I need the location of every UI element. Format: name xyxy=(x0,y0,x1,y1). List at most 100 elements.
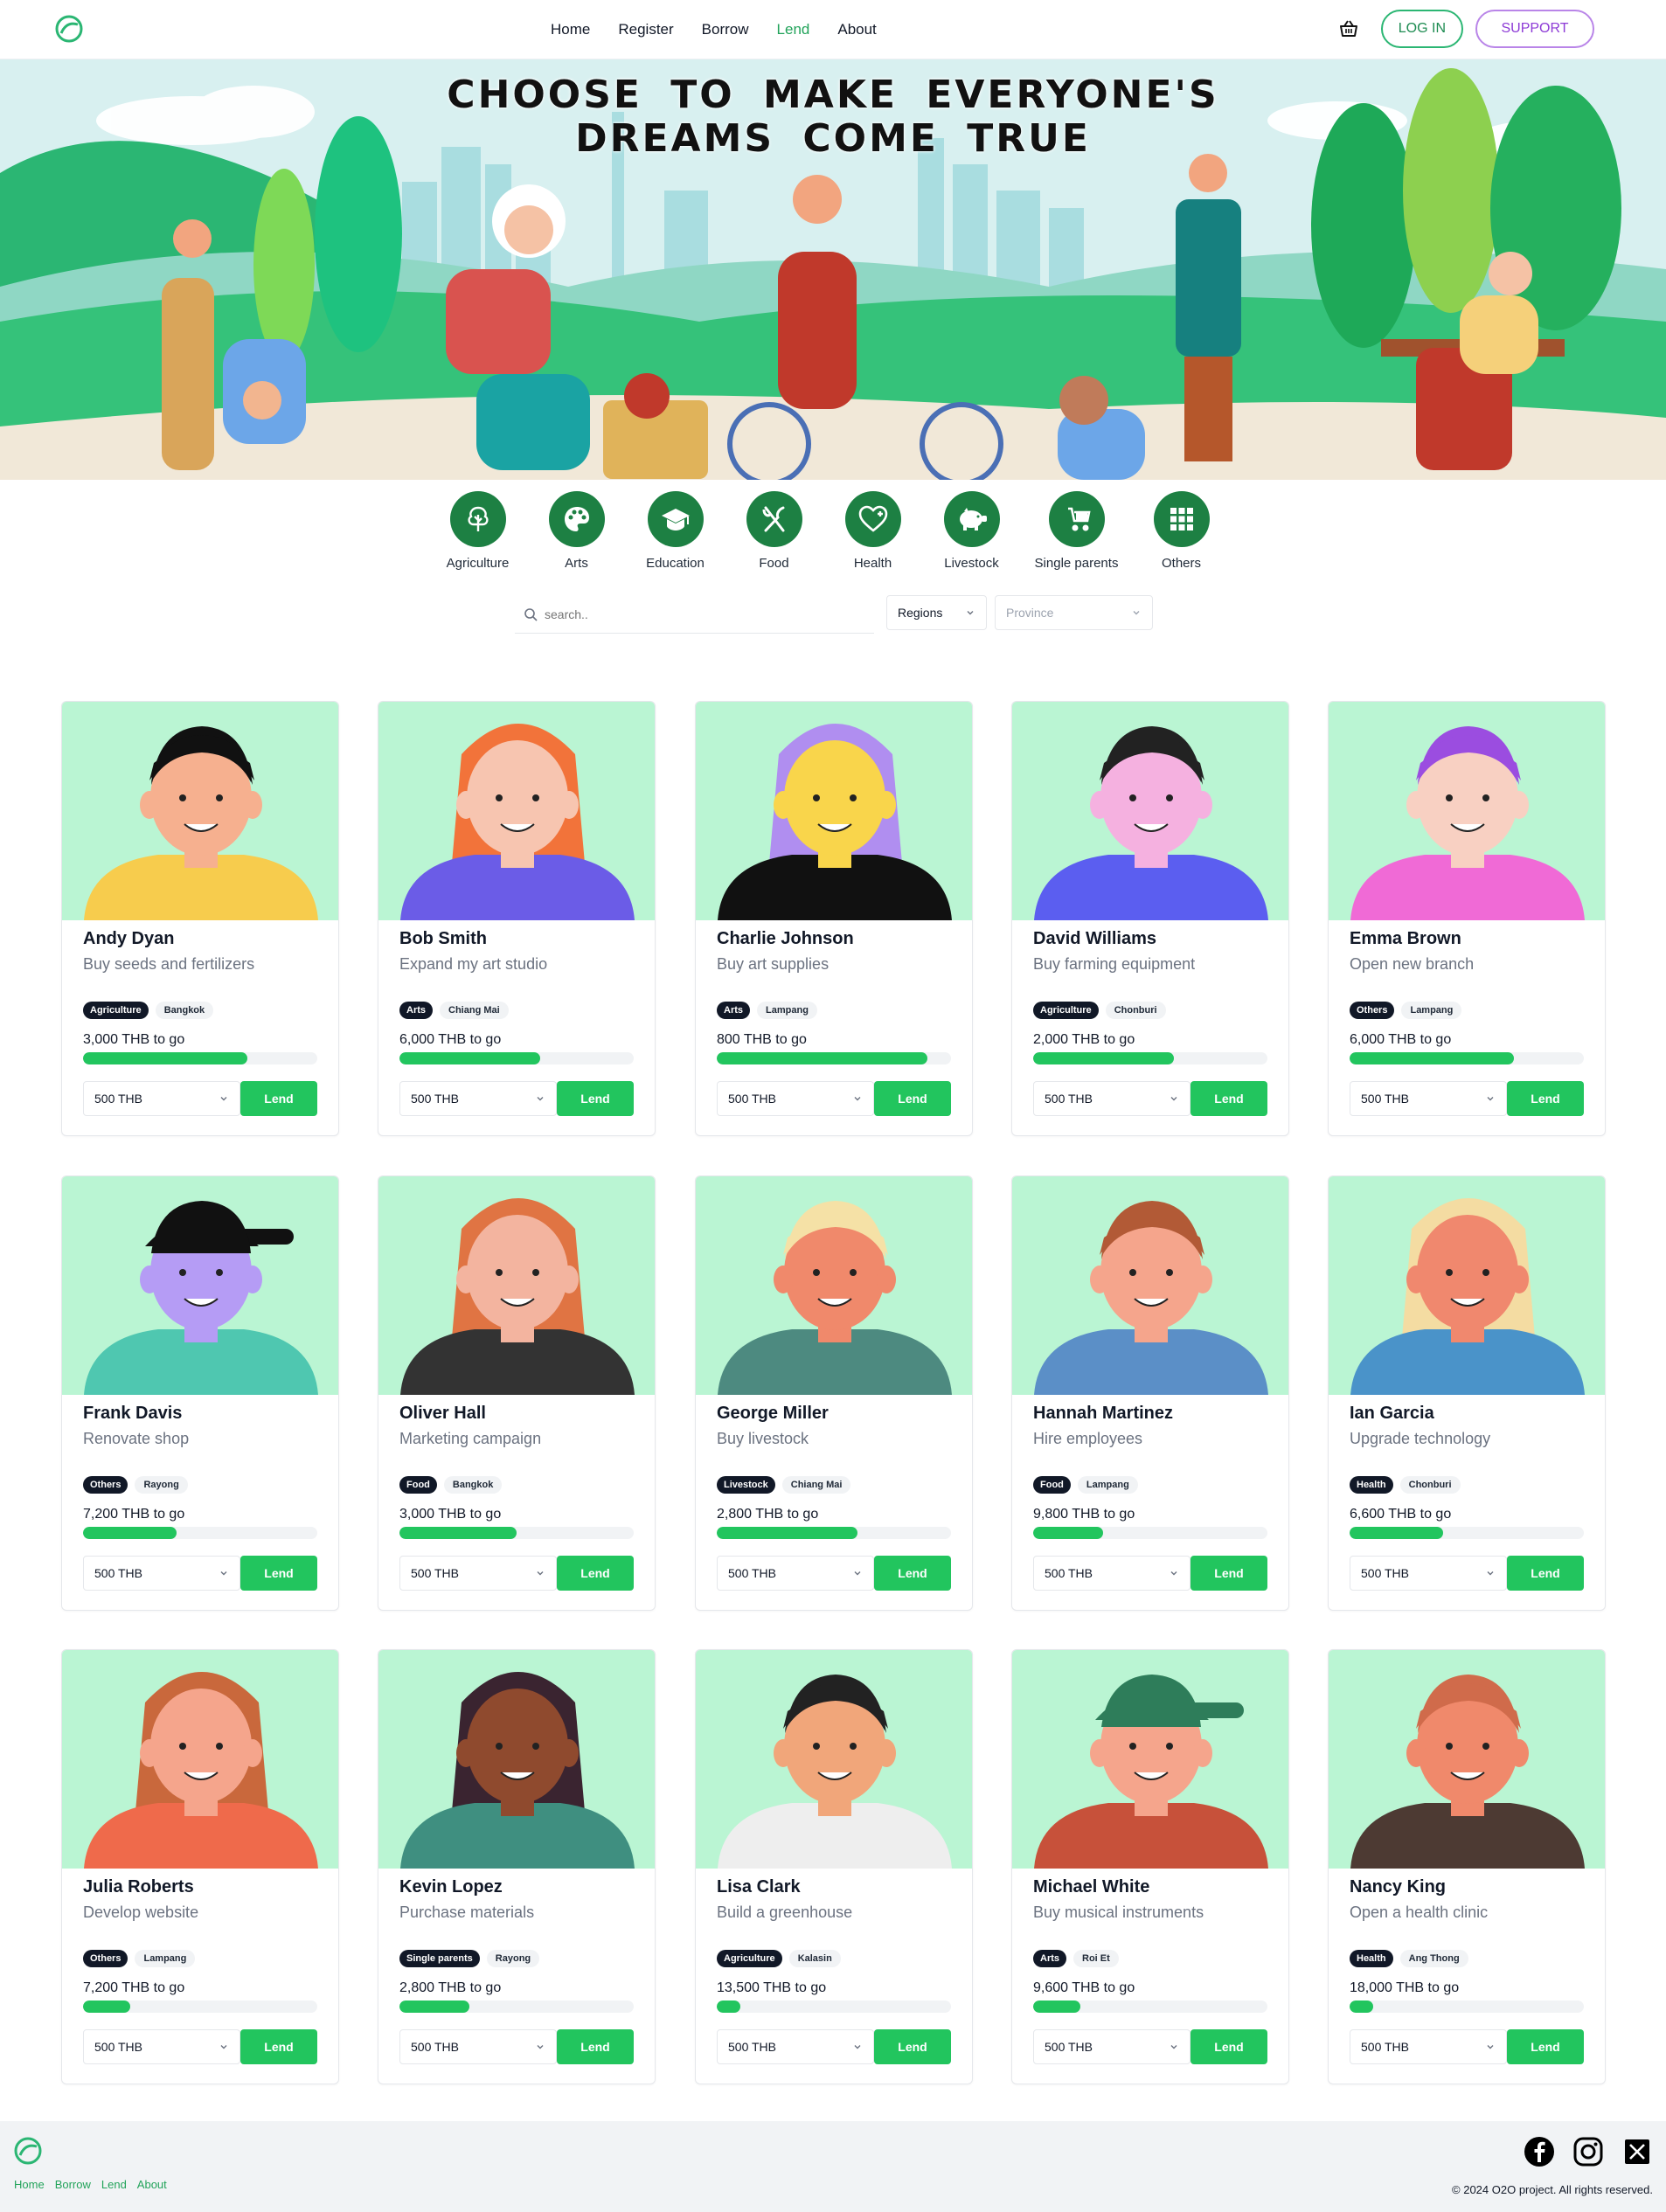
borrower-name[interactable]: Kevin Lopez xyxy=(399,1877,503,1897)
lend-button[interactable]: Lend xyxy=(240,1081,317,1116)
borrower-card[interactable]: Frank Davis Renovate shop Others Rayong … xyxy=(61,1175,339,1611)
borrower-name[interactable]: Michael White xyxy=(1033,1877,1149,1897)
lend-amount-select[interactable]: 500 THB xyxy=(399,1556,557,1591)
borrower-purpose: Buy seeds and fertilizers xyxy=(83,955,255,973)
fork-knife-icon xyxy=(762,506,784,532)
lend-button[interactable]: Lend xyxy=(240,1556,317,1591)
facebook-icon[interactable] xyxy=(1524,2136,1555,2167)
borrower-name[interactable]: Ian Garcia xyxy=(1350,1404,1434,1424)
borrower-card[interactable]: David Williams Buy farming equipment Agr… xyxy=(1011,701,1289,1136)
lend-button[interactable]: Lend xyxy=(557,1081,634,1116)
borrower-name[interactable]: Charlie Johnson xyxy=(717,929,854,949)
lend-amount-select[interactable]: 500 THB xyxy=(717,2029,874,2064)
borrower-card[interactable]: Bob Smith Expand my art studio Arts Chia… xyxy=(378,701,656,1136)
login-button[interactable]: LOG IN xyxy=(1380,10,1463,48)
funding-progress-fill xyxy=(717,2001,740,2013)
category-single-parents[interactable]: Single parents xyxy=(1021,491,1132,571)
borrower-card[interactable]: Michael White Buy musical instruments Ar… xyxy=(1011,1649,1289,2084)
lend-button[interactable]: Lend xyxy=(240,2029,317,2064)
category-education[interactable]: Education xyxy=(626,491,725,571)
borrower-tags: Food Bangkok xyxy=(399,1476,503,1494)
lend-button[interactable]: Lend xyxy=(557,2029,634,2064)
regions-select[interactable]: Regions xyxy=(886,595,987,630)
support-button[interactable]: SUPPORT xyxy=(1475,10,1594,48)
borrower-card[interactable]: Andy Dyan Buy seeds and fertilizers Agri… xyxy=(61,701,339,1136)
lend-button[interactable]: Lend xyxy=(1507,1081,1584,1116)
lend-button[interactable]: Lend xyxy=(557,1556,634,1591)
chevron-down-icon xyxy=(220,1097,227,1101)
basket-icon[interactable] xyxy=(1337,17,1360,40)
lend-amount-select[interactable]: 500 THB xyxy=(399,2029,557,2064)
lend-amount-select[interactable]: 500 THB xyxy=(717,1556,874,1591)
lend-button[interactable]: Lend xyxy=(874,2029,951,2064)
borrower-name[interactable]: Lisa Clark xyxy=(717,1877,801,1897)
lend-button[interactable]: Lend xyxy=(1190,2029,1267,2064)
footer-link-borrow[interactable]: Borrow xyxy=(55,2178,91,2191)
borrower-name[interactable]: Bob Smith xyxy=(399,929,487,949)
lend-amount-select[interactable]: 500 THB xyxy=(1350,1556,1507,1591)
lend-button[interactable]: Lend xyxy=(874,1556,951,1591)
borrower-name[interactable]: Julia Roberts xyxy=(83,1877,194,1897)
nav-lend[interactable]: Lend xyxy=(777,21,810,38)
category-health[interactable]: Health xyxy=(823,491,922,571)
lend-amount-select[interactable]: 500 THB xyxy=(83,2029,240,2064)
nav-home[interactable]: Home xyxy=(551,21,590,38)
borrower-name[interactable]: Oliver Hall xyxy=(399,1404,486,1424)
borrower-card[interactable]: Nancy King Open a health clinic Health A… xyxy=(1328,1649,1606,2084)
borrower-card[interactable]: Lisa Clark Build a greenhouse Agricultur… xyxy=(695,1649,973,2084)
chevron-down-icon xyxy=(537,1097,544,1101)
x-icon[interactable] xyxy=(1621,2136,1653,2167)
borrower-name[interactable]: Nancy King xyxy=(1350,1877,1446,1897)
category-arts[interactable]: Arts xyxy=(527,491,626,571)
funding-progress-fill xyxy=(717,1527,857,1539)
lend-amount-select[interactable]: 500 THB xyxy=(83,1081,240,1116)
amount-to-go: 7,200 THB to go xyxy=(83,1507,185,1522)
lend-amount-select[interactable]: 500 THB xyxy=(1033,1081,1190,1116)
category-others[interactable]: Others xyxy=(1132,491,1231,571)
o2o-logo[interactable] xyxy=(54,14,84,44)
lend-button[interactable]: Lend xyxy=(1190,1081,1267,1116)
funding-progress-bar xyxy=(1350,2001,1584,2013)
lend-amount-select[interactable]: 500 THB xyxy=(1350,2029,1507,2064)
lend-amount-select[interactable]: 500 THB xyxy=(399,1081,557,1116)
borrower-card[interactable]: Hannah Martinez Hire employees Food Lamp… xyxy=(1011,1175,1289,1611)
nav-borrow[interactable]: Borrow xyxy=(702,21,749,38)
search-input[interactable] xyxy=(545,607,859,621)
instagram-icon[interactable] xyxy=(1572,2136,1604,2167)
borrower-name[interactable]: George Miller xyxy=(717,1404,829,1424)
borrower-card[interactable]: Charlie Johnson Buy art supplies Arts La… xyxy=(695,701,973,1136)
lend-amount-value: 500 THB xyxy=(1361,2040,1409,2054)
lend-amount-select[interactable]: 500 THB xyxy=(1033,1556,1190,1591)
borrower-card[interactable]: Julia Roberts Develop website Others Lam… xyxy=(61,1649,339,2084)
footer-link-home[interactable]: Home xyxy=(14,2178,45,2191)
o2o-logo[interactable] xyxy=(13,2136,43,2166)
borrower-name[interactable]: Hannah Martinez xyxy=(1033,1404,1173,1424)
lend-button[interactable]: Lend xyxy=(1507,1556,1584,1591)
lend-amount-select[interactable]: 500 THB xyxy=(1350,1081,1507,1116)
nav-register[interactable]: Register xyxy=(618,21,673,38)
borrower-card[interactable]: Ian Garcia Upgrade technology Health Cho… xyxy=(1328,1175,1606,1611)
category-agriculture[interactable]: Agriculture xyxy=(428,491,527,571)
footer-link-lend[interactable]: Lend xyxy=(101,2178,127,2191)
category-livestock[interactable]: Livestock xyxy=(922,491,1021,571)
lend-button[interactable]: Lend xyxy=(874,1081,951,1116)
borrower-name[interactable]: Emma Brown xyxy=(1350,929,1461,949)
borrower-card[interactable]: Oliver Hall Marketing campaign Food Bang… xyxy=(378,1175,656,1611)
category-label: Food xyxy=(759,556,789,571)
category-food[interactable]: Food xyxy=(725,491,823,571)
footer-link-about[interactable]: About xyxy=(137,2178,167,2191)
province-select[interactable]: Province xyxy=(995,595,1153,630)
borrower-card[interactable]: Emma Brown Open new branch Others Lampan… xyxy=(1328,701,1606,1136)
borrower-card[interactable]: Kevin Lopez Purchase materials Single pa… xyxy=(378,1649,656,2084)
borrower-name[interactable]: David Williams xyxy=(1033,929,1156,949)
lend-button[interactable]: Lend xyxy=(1190,1556,1267,1591)
region-badge: Rayong xyxy=(486,1950,540,1967)
borrower-name[interactable]: Frank Davis xyxy=(83,1404,182,1424)
lend-amount-select[interactable]: 500 THB xyxy=(717,1081,874,1116)
lend-button[interactable]: Lend xyxy=(1507,2029,1584,2064)
borrower-name[interactable]: Andy Dyan xyxy=(83,929,174,949)
lend-amount-select[interactable]: 500 THB xyxy=(83,1556,240,1591)
nav-about[interactable]: About xyxy=(837,21,876,38)
lend-amount-select[interactable]: 500 THB xyxy=(1033,2029,1190,2064)
borrower-card[interactable]: George Miller Buy livestock Livestock Ch… xyxy=(695,1175,973,1611)
